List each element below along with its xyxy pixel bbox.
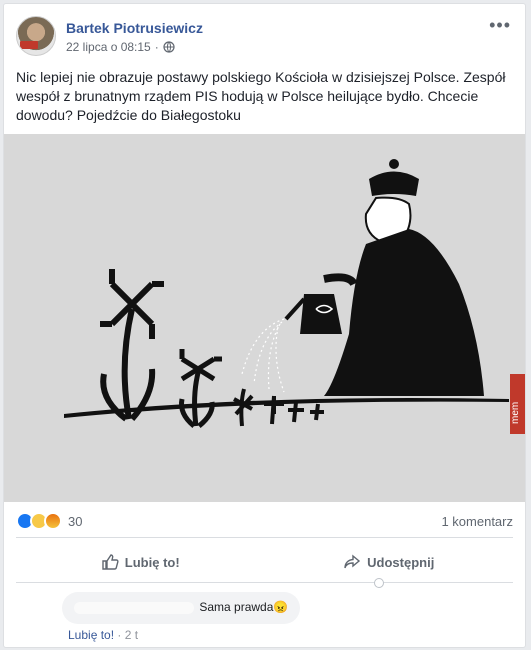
- post-image[interactable]: mem: [4, 134, 525, 502]
- cartoon-drawing: mem: [4, 134, 525, 502]
- reactions-summary[interactable]: 30: [16, 512, 82, 530]
- comment-bubble: Sama prawda😠: [62, 592, 301, 624]
- comments-count[interactable]: 1 komentarz: [441, 514, 513, 529]
- comment-time[interactable]: 2 t: [125, 628, 138, 642]
- share-icon: [344, 554, 361, 569]
- post-meta: 22 lipca o 08:15 ·: [66, 40, 175, 54]
- meta-separator: ·: [154, 40, 159, 54]
- share-button[interactable]: Udostępnij: [265, 544, 514, 580]
- post-actions: Lubię to! Udostępnij: [16, 544, 513, 580]
- like-button[interactable]: Lubię to!: [16, 544, 265, 580]
- post-header: Bartek Piotrusiewicz 22 lipca o 08:15 · …: [16, 16, 513, 60]
- post-text: Nic lepiej nie obrazuje postawy polskieg…: [16, 69, 506, 123]
- reaction-count: 30: [68, 513, 83, 529]
- more-horizontal-icon[interactable]: •••: [489, 16, 511, 34]
- avatar-badge: [20, 41, 38, 49]
- commenter-name-redacted: [74, 601, 194, 614]
- image-watermark: mem: [510, 402, 521, 424]
- post-card: Bartek Piotrusiewicz 22 lipca o 08:15 · …: [3, 3, 526, 648]
- thumbs-up-icon: [102, 554, 119, 570]
- divider-top: [16, 537, 513, 538]
- like-button-label: Lubię to!: [124, 554, 180, 570]
- seen-indicator: [374, 578, 384, 588]
- comment-like-link[interactable]: Lubię to!: [68, 628, 114, 642]
- angry-icon: [44, 512, 62, 530]
- divider-bottom: [16, 582, 513, 583]
- globe-icon[interactable]: [163, 41, 175, 53]
- author-avatar[interactable]: [16, 16, 56, 56]
- share-button-label: Udostępnij: [367, 554, 435, 570]
- comment-dot: ·: [117, 628, 122, 642]
- comment-text: Sama prawda: [199, 600, 274, 614]
- author-name[interactable]: Bartek Piotrusiewicz: [66, 20, 203, 36]
- angry-emoji-icon: 😠: [273, 600, 289, 614]
- post-date[interactable]: 22 lipca o 08:15: [66, 40, 151, 54]
- comment-actions: Lubię to! · 2 t: [68, 628, 138, 642]
- reaction-stats: 30 1 komentarz: [16, 510, 513, 534]
